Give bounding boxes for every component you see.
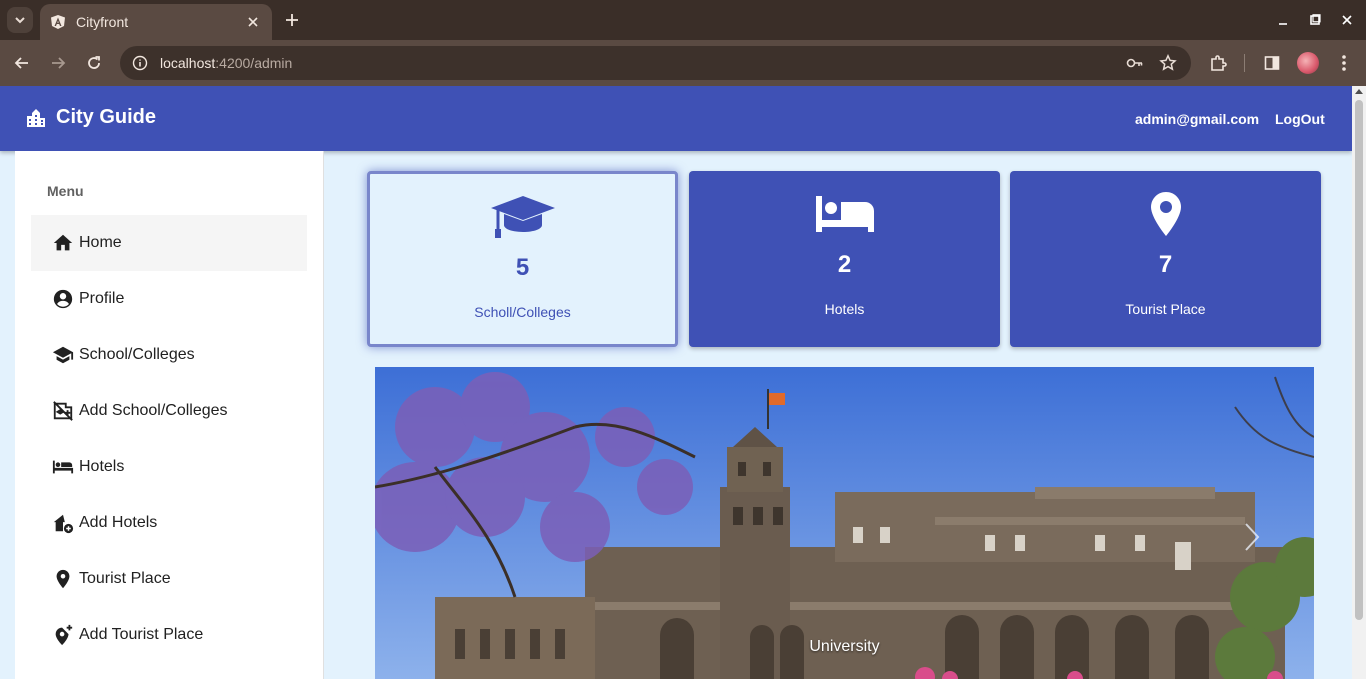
profile-avatar[interactable] [1297,52,1319,74]
sidebar-item-label: Tourist Place [79,570,171,587]
sidebar-item-add-hotels[interactable]: Add Hotels [31,495,307,551]
sidebar-item-label: Add School/Colleges [79,402,228,419]
scrollbar-thumb[interactable] [1355,100,1363,620]
site-info-icon[interactable] [132,55,148,71]
url-path: :4200/admin [215,55,293,71]
scroll-up-arrow[interactable] [1355,89,1363,94]
sidebar-item-school-colleges[interactable]: School/Colleges [31,327,307,383]
sidebar-item-profile[interactable]: Profile [31,271,307,327]
app-toolbar: City Guide admin@gmail.com LogOut [0,86,1352,151]
school-icon [51,343,75,367]
extensions-icon[interactable] [1208,53,1228,73]
card-count: 2 [837,251,852,278]
sidebar-item-hotels[interactable]: Hotels [31,439,307,495]
address-bar[interactable]: localhost:4200/admin [120,46,1191,80]
sidebar-item-home[interactable]: Home [31,215,307,271]
sidebar-item-tourist-place[interactable]: Tourist Place [31,551,307,607]
sidebar-item-label: School/Colleges [79,346,195,363]
location-pin-icon [1010,191,1321,237]
browser-tab[interactable]: Cityfront [40,4,272,40]
card-label: Scholl/Colleges [474,304,571,320]
back-icon[interactable] [11,52,33,74]
app-title: City Guide [56,106,157,128]
password-key-icon[interactable] [1126,54,1144,72]
sidebar-item-label: Add Hotels [79,514,158,531]
angular-favicon-icon [50,14,66,30]
browser-tabstrip: Cityfront [0,0,1366,40]
stat-card-schools[interactable]: 5 Scholl/Colleges [367,171,678,347]
bed-icon [689,191,1000,237]
card-count: 7 [1158,251,1173,278]
bookmark-star-icon[interactable] [1159,54,1177,72]
graduation-cap-icon [370,194,675,240]
sidebar-item-label: Profile [79,290,125,307]
stat-card-tourist-places[interactable]: 7 Tourist Place [1010,171,1321,347]
image-carousel[interactable]: University [375,367,1314,679]
reload-icon[interactable] [83,52,105,74]
home-icon [51,231,75,255]
minimize-icon[interactable] [1275,12,1291,28]
sidebar-header: Menu [47,183,84,199]
hotel-icon [51,455,75,479]
carousel-next-icon[interactable] [1237,517,1267,557]
account-circle-icon [51,287,75,311]
forward-icon[interactable] [47,52,69,74]
close-window-icon[interactable] [1339,12,1355,28]
page-scrollbar[interactable] [1352,86,1366,679]
url-host: localhost [160,55,216,71]
location-city-icon [26,108,46,128]
new-tab-icon[interactable] [282,10,302,30]
stat-card-hotels[interactable]: 2 Hotels [689,171,1000,347]
sidebar-item-label: Home [79,234,122,251]
sidebar-item-label: Add Tourist Place [79,626,204,643]
add-school-icon [51,399,75,423]
carousel-caption: University [809,638,880,655]
add-place-icon [51,623,75,647]
tab-close-icon[interactable] [244,13,262,31]
sidebar-item-add-school-colleges[interactable]: Add School/Colleges [31,383,307,439]
card-label: Hotels [824,301,865,317]
more-menu-icon[interactable] [1334,53,1354,73]
tab-search-button[interactable] [7,7,33,33]
logout-button[interactable]: LogOut [1275,111,1325,127]
university-photo [375,367,1314,679]
sidebar-item-add-tourist-place[interactable]: Add Tourist Place [31,607,307,663]
user-email: admin@gmail.com [1135,111,1260,127]
card-label: Tourist Place [1125,301,1206,317]
add-hotel-icon [51,511,75,535]
browser-toolbar: localhost:4200/admin [0,40,1366,86]
sidebar-item-label: Hotels [79,458,125,475]
place-icon [51,567,75,591]
card-count: 5 [515,254,530,281]
side-panel-icon[interactable] [1262,53,1282,73]
maximize-icon[interactable] [1307,12,1323,28]
sidebar: Menu Home Profile School/Colleges Add Sc… [15,151,324,679]
tab-title: Cityfront [76,14,129,30]
brand[interactable]: City Guide [26,106,156,129]
toolbar-separator [1244,54,1245,72]
app-root: City Guide admin@gmail.com LogOut Menu H… [0,86,1352,679]
